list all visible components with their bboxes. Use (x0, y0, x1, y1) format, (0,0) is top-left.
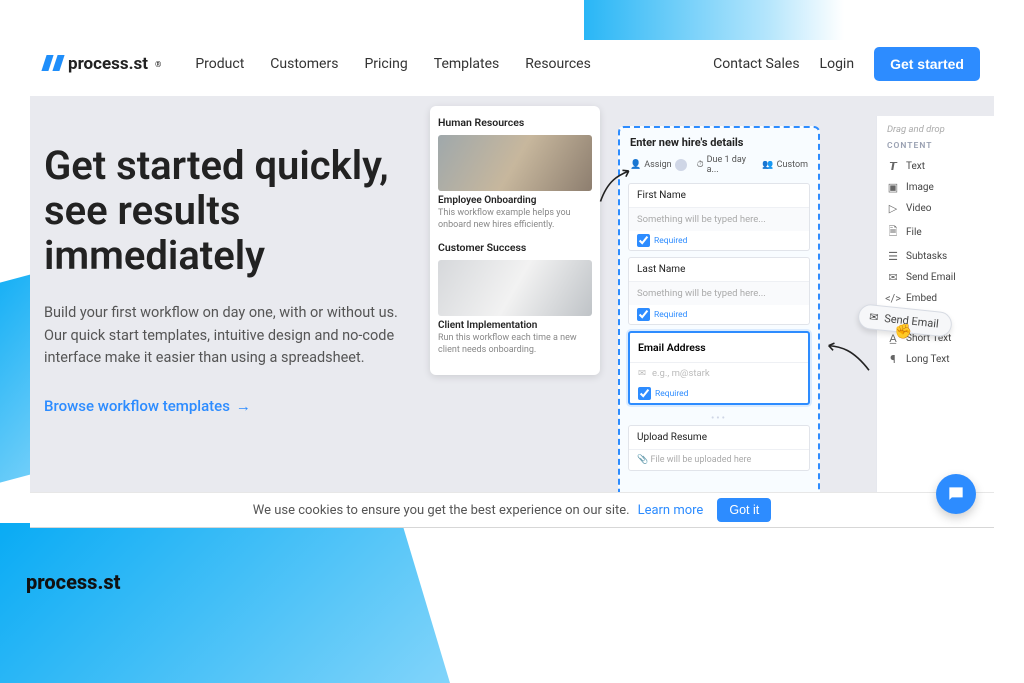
page-caption: process.st (26, 570, 120, 594)
section-cs: Customer Success (438, 241, 592, 254)
assign-control[interactable]: 👤 Assign (630, 159, 687, 171)
field-label: Last Name (629, 258, 809, 282)
palette-sendemail[interactable]: ✉Send Email (887, 267, 984, 288)
brand-name: process.st (68, 54, 148, 74)
palette-embed[interactable]: </>Embed (887, 288, 984, 309)
section-hr: Human Resources (438, 116, 592, 129)
due-control[interactable]: ⏱ Due 1 day a... (697, 155, 753, 175)
template-cards-panel: Human Resources Employee Onboarding This… (430, 106, 600, 375)
template-title: Client Implementation (438, 320, 592, 331)
field-label: First Name (629, 184, 809, 208)
file-placeholder: 📎 File will be uploaded here (629, 450, 809, 470)
connector-arrow-icon (592, 164, 639, 211)
connector-arrow-icon (824, 336, 872, 384)
task-meta: 👤 Assign ⏱ Due 1 day a... 👥 Custom (628, 155, 810, 175)
top-nav: process.st ® Product Customers Pricing Te… (30, 40, 994, 88)
cookie-message: We use cookies to ensure you get the bes… (253, 503, 630, 518)
decorative-gradient-top (584, 0, 844, 40)
field-placeholder: Something will be typed here... (629, 282, 809, 305)
palette-image[interactable]: ▣Image (887, 177, 984, 198)
template-desc: Run this workflow each time a new client… (438, 333, 592, 356)
browse-templates-link[interactable]: Browse workflow templates → (44, 397, 251, 415)
custom-control[interactable]: 👥 Custom (762, 160, 808, 170)
nav-customers[interactable]: Customers (270, 56, 338, 72)
nav-pricing[interactable]: Pricing (364, 56, 407, 72)
template-card-onboarding[interactable]: Employee Onboarding This workflow exampl… (438, 135, 592, 231)
palette-video[interactable]: ▷Video (887, 198, 984, 219)
browse-templates-label: Browse workflow templates (44, 397, 230, 415)
field-first-name[interactable]: First Name Something will be typed here.… (628, 183, 810, 251)
palette-header-content: CONTENT (887, 141, 984, 151)
brand-logo[interactable]: process.st ® (44, 54, 161, 74)
avatar-icon (675, 159, 687, 171)
required-checkbox[interactable] (638, 387, 651, 400)
nav-templates[interactable]: Templates (434, 56, 500, 72)
cookie-accept-button[interactable]: Got it (717, 498, 771, 522)
grab-cursor-icon: ✊ (895, 324, 912, 340)
field-label: Email Address (630, 333, 808, 362)
drag-drop-hint: Drag and drop (887, 124, 984, 135)
nav-resources[interactable]: Resources (525, 56, 591, 72)
file-icon: 🗎 (887, 223, 899, 242)
required-toggle[interactable]: Required (629, 231, 809, 250)
email-placeholder-row: ✉ e.g., m@stark (630, 362, 808, 384)
get-started-button[interactable]: Get started (874, 47, 980, 81)
envelope-icon: ✉ (887, 271, 899, 284)
subtasks-icon: ☰ (887, 250, 899, 263)
required-checkbox[interactable] (637, 234, 650, 247)
nav-right: Contact Sales Login Get started (713, 47, 980, 81)
image-icon: ▣ (887, 181, 899, 194)
template-card-client[interactable]: Client Implementation Run this workflow … (438, 260, 592, 356)
form-builder-panel: Enter new hire's details 👤 Assign ⏱ Due … (618, 126, 820, 492)
email-placeholder: e.g., m@stark (652, 368, 710, 379)
envelope-icon: ✉ (638, 368, 646, 379)
field-email-active[interactable]: Email Address ✉ e.g., m@stark Required (628, 331, 810, 405)
hero-headline: Get started quickly, see results immedia… (44, 144, 404, 278)
contact-sales-link[interactable]: Contact Sales (713, 56, 799, 72)
hero-copy: Get started quickly, see results immedia… (44, 144, 404, 415)
video-icon: ▷ (887, 202, 899, 215)
palette-text[interactable]: 𝙏Text (887, 156, 984, 177)
nav-links: Product Customers Pricing Templates Reso… (195, 56, 591, 72)
arrow-right-icon: → (236, 397, 251, 415)
envelope-icon: ✉ (869, 310, 880, 324)
form-task-title: Enter new hire's details (628, 136, 810, 149)
cookie-learn-more-link[interactable]: Learn more (638, 503, 704, 518)
hero-body: Build your first workflow on day one, wi… (44, 302, 404, 369)
template-image (438, 260, 592, 316)
required-checkbox[interactable] (637, 308, 650, 321)
nav-product[interactable]: Product (195, 56, 244, 72)
trademark: ® (155, 60, 161, 69)
field-last-name[interactable]: Last Name Something will be typed here..… (628, 257, 810, 325)
login-link[interactable]: Login (820, 56, 855, 72)
required-toggle[interactable]: Required (629, 305, 809, 324)
embed-icon: </> (887, 292, 899, 305)
palette-longtext[interactable]: ¶Long Text (887, 349, 984, 370)
hero-section: Get started quickly, see results immedia… (30, 96, 994, 492)
chat-launcher-button[interactable] (936, 474, 976, 514)
text-icon: 𝙏 (887, 160, 899, 173)
template-title: Employee Onboarding (438, 195, 592, 206)
long-text-icon: ¶ (887, 353, 899, 366)
content-palette: Drag and drop CONTENT 𝙏Text ▣Image ▷Vide… (876, 116, 994, 492)
insert-gap-icon: ••• (709, 413, 729, 417)
chat-icon (946, 484, 966, 504)
template-image (438, 135, 592, 191)
cookie-banner: We use cookies to ensure you get the bes… (30, 492, 994, 528)
template-desc: This workflow example helps you onboard … (438, 208, 592, 231)
field-label: Upload Resume (629, 426, 809, 450)
logo-icon (44, 55, 62, 73)
field-placeholder: Something will be typed here... (629, 208, 809, 231)
palette-file[interactable]: 🗎File (887, 219, 984, 246)
required-toggle[interactable]: Required (630, 384, 808, 403)
palette-subtasks[interactable]: ☰Subtasks (887, 246, 984, 267)
field-upload-resume[interactable]: Upload Resume 📎 File will be uploaded he… (628, 425, 810, 471)
decorative-gradient-bottom (0, 523, 450, 683)
